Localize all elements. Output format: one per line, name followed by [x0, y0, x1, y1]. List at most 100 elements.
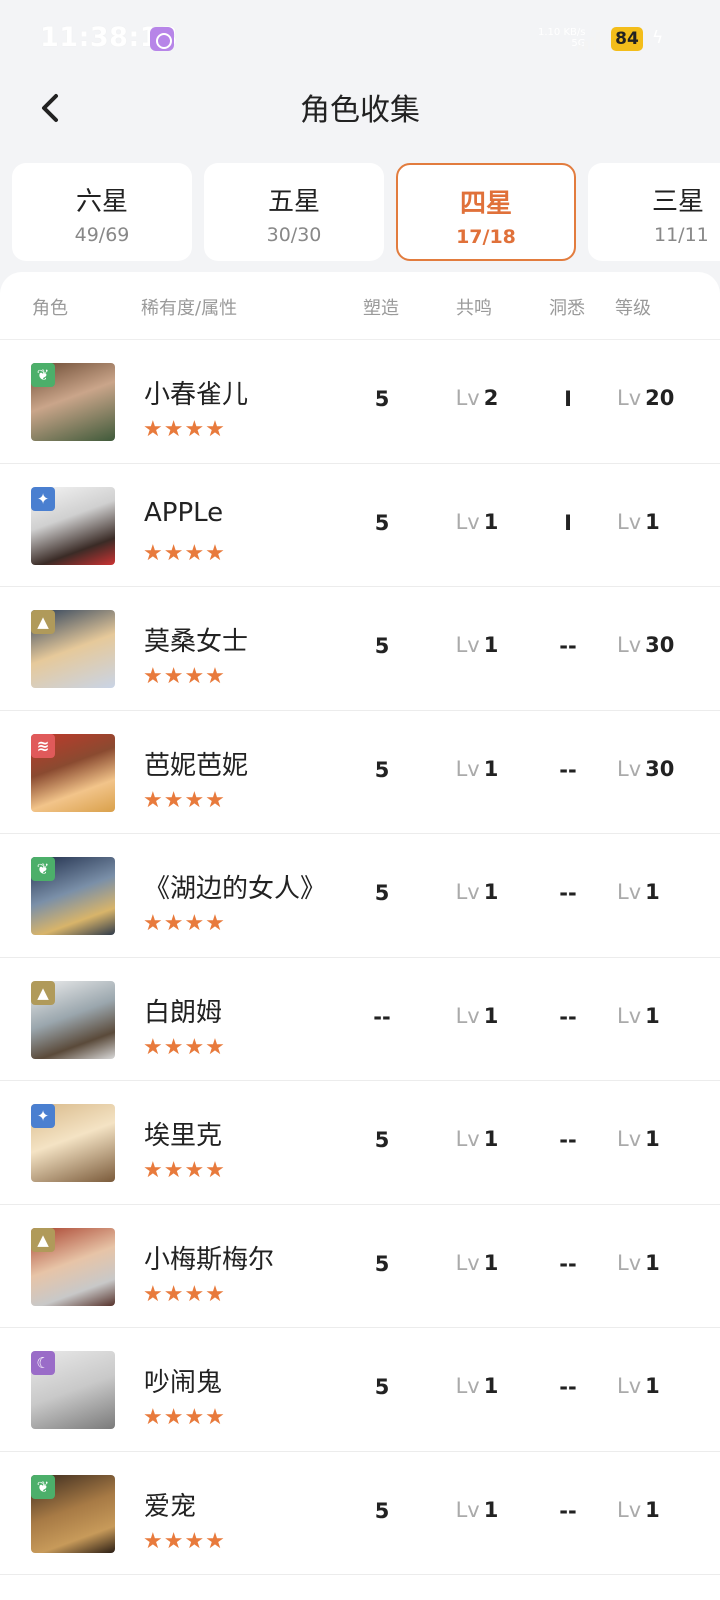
- character-level: 1: [645, 1250, 660, 1275]
- resonance-value: Lv 1: [447, 1498, 507, 1522]
- level-value: Lv 1: [617, 1004, 660, 1028]
- tab-four-star[interactable]: 四星 17/18: [396, 163, 576, 261]
- sculpt-value: 5: [374, 1251, 390, 1276]
- lv-prefix: Lv: [617, 1497, 642, 1522]
- character-name: 爱宠: [144, 1491, 197, 1522]
- star-icon: ✦: [31, 486, 55, 511]
- character-name: 小梅斯梅尔: [144, 1244, 275, 1275]
- lv-prefix: Lv: [617, 1374, 642, 1398]
- lv-prefix: Lv: [617, 1003, 642, 1028]
- sculpt-value: 5: [374, 757, 390, 782]
- col-rarity: 稀有度/属性: [141, 298, 238, 319]
- tab-six-star[interactable]: 六星 49/69: [12, 163, 192, 261]
- lv-prefix: Lv: [617, 386, 642, 410]
- lv-prefix: Lv: [617, 633, 642, 657]
- resonance-level: 1: [483, 756, 499, 781]
- lv-prefix: Lv: [455, 509, 480, 534]
- table-row[interactable]: ❦ 爱宠 ★★★★ 5 Lv 1 -- Lv 1: [0, 1452, 720, 1575]
- page-title: 角色收集: [300, 93, 420, 128]
- lv-prefix: Lv: [455, 1374, 480, 1398]
- rarity-stars: ★★★★: [143, 787, 226, 813]
- mineral-icon: ▲: [31, 610, 55, 634]
- plant-icon: ❦: [31, 857, 55, 881]
- rarity-stars: ★★★★: [143, 1158, 226, 1183]
- lv-prefix: Lv: [617, 1250, 642, 1275]
- level-value: Lv 1: [617, 1498, 660, 1522]
- table-row[interactable]: ❦ 小春雀儿 ★★★★ 5 Lv 2 I Lv 20: [0, 340, 720, 464]
- rarity-stars: ★★★★: [143, 1528, 226, 1554]
- lv-prefix: Lv: [617, 880, 642, 904]
- table-row[interactable]: ▲ 白朗姆 ★★★★ -- Lv 1 -- Lv 1: [0, 958, 720, 1081]
- insight-value: --: [559, 881, 577, 905]
- beast-icon: ≋: [31, 733, 55, 758]
- battery-icon: 84: [611, 27, 643, 51]
- character-name: 莫桑女士: [144, 627, 249, 657]
- tab-label: 六星: [75, 187, 128, 217]
- star-icon: ✦: [31, 1104, 55, 1128]
- tab-label: 三星: [652, 187, 705, 217]
- tab-five-star[interactable]: 五星 30/30: [204, 163, 384, 261]
- resonance-level: 1: [483, 1250, 499, 1275]
- sculpt-value: 5: [374, 510, 390, 535]
- lv-prefix: Lv: [455, 880, 480, 904]
- resonance-level: 1: [483, 633, 499, 657]
- sculpt-value: 5: [374, 1498, 390, 1523]
- table-row[interactable]: ☾ 吵闹鬼 ★★★★ 5 Lv 1 -- Lv 1: [0, 1328, 720, 1452]
- tab-label: 五星: [267, 187, 320, 217]
- col-sculpt: 塑造: [363, 298, 399, 319]
- table-row[interactable]: ▲ 小梅斯梅尔 ★★★★ 5 Lv 1 -- Lv 1: [0, 1205, 720, 1328]
- rarity-stars: ★★★★: [143, 911, 226, 936]
- character-level: 20: [645, 386, 675, 410]
- table-header: 角色 稀有度/属性 塑造 共鸣 洞悉 等级: [0, 272, 720, 340]
- lv-prefix: Lv: [455, 1497, 480, 1522]
- level-value: Lv 30: [617, 633, 674, 657]
- lv-prefix: Lv: [455, 1003, 480, 1028]
- lightning-icon: ϟ: [652, 28, 664, 48]
- sculpt-value: 5: [374, 881, 390, 905]
- rarity-stars: ★★★★: [143, 1034, 226, 1060]
- lv-prefix: Lv: [455, 1127, 480, 1151]
- page-header: 角色收集: [0, 78, 720, 140]
- rarity-stars: ★★★★: [143, 664, 226, 689]
- resonance-value: Lv 1: [447, 633, 507, 657]
- resonance-value: Lv 1: [447, 510, 507, 534]
- table-row[interactable]: ✦ 埃里克 ★★★★ 5 Lv 1 -- Lv 1: [0, 1081, 720, 1205]
- character-name: 《湖边的女人》: [144, 874, 327, 904]
- resonance-value: Lv 1: [447, 1251, 507, 1275]
- character-name: 埃里克: [144, 1121, 223, 1151]
- character-name: 小春雀儿: [144, 380, 249, 410]
- resonance-level: 1: [483, 1374, 499, 1398]
- tab-label: 四星: [459, 189, 512, 219]
- col-character: 角色: [32, 298, 68, 319]
- sculpt-value: 5: [374, 387, 390, 411]
- character-level: 1: [645, 509, 660, 534]
- sculpt-value: 5: [374, 634, 390, 658]
- table-row[interactable]: ≋ 芭妮芭妮 ★★★★ 5 Lv 1 -- Lv 30: [0, 711, 720, 834]
- table-row[interactable]: ❦ 《湖边的女人》 ★★★★ 5 Lv 1 -- Lv 1: [0, 834, 720, 958]
- level-value: Lv 20: [617, 386, 674, 410]
- resonance-level: 1: [483, 1497, 499, 1522]
- insight-value: I: [564, 510, 572, 535]
- lv-prefix: Lv: [455, 1250, 480, 1275]
- status-bar: 11:38:13 1.10 KB/s 5G 84 ϟ: [0, 0, 720, 78]
- resonance-value: Lv 1: [447, 1374, 507, 1398]
- table-row[interactable]: ✦ APPLe ★★★★ 5 Lv 1 I Lv 1: [0, 464, 720, 587]
- rarity-stars: ★★★★: [143, 1405, 226, 1430]
- insight-value: --: [559, 634, 577, 658]
- level-value: Lv 1: [617, 510, 660, 534]
- mineral-icon: ▲: [31, 1227, 55, 1252]
- insight-value: I: [564, 387, 572, 411]
- resonance-level: 1: [483, 880, 499, 904]
- character-table: 角色 稀有度/属性 塑造 共鸣 洞悉 等级 ❦ 小春雀儿 ★★★★ 5 Lv 2 I Lv 20…: [0, 272, 720, 1600]
- signal-icon: [578, 30, 604, 50]
- resonance-level: 1: [483, 509, 499, 534]
- lv-prefix: Lv: [455, 386, 480, 410]
- level-value: Lv 1: [617, 1127, 660, 1151]
- rarity-stars: ★★★★: [143, 417, 226, 442]
- character-name: 芭妮芭妮: [144, 750, 249, 781]
- tab-three-star[interactable]: 三星 11/11: [588, 163, 720, 261]
- character-name: APPLe: [144, 497, 224, 528]
- rarity-tabs: 六星 49/69 五星 30/30 四星 17/18 三星 11/11: [12, 163, 720, 261]
- table-row[interactable]: ▲ 莫桑女士 ★★★★ 5 Lv 1 -- Lv 30: [0, 587, 720, 711]
- level-value: Lv 30: [617, 757, 674, 781]
